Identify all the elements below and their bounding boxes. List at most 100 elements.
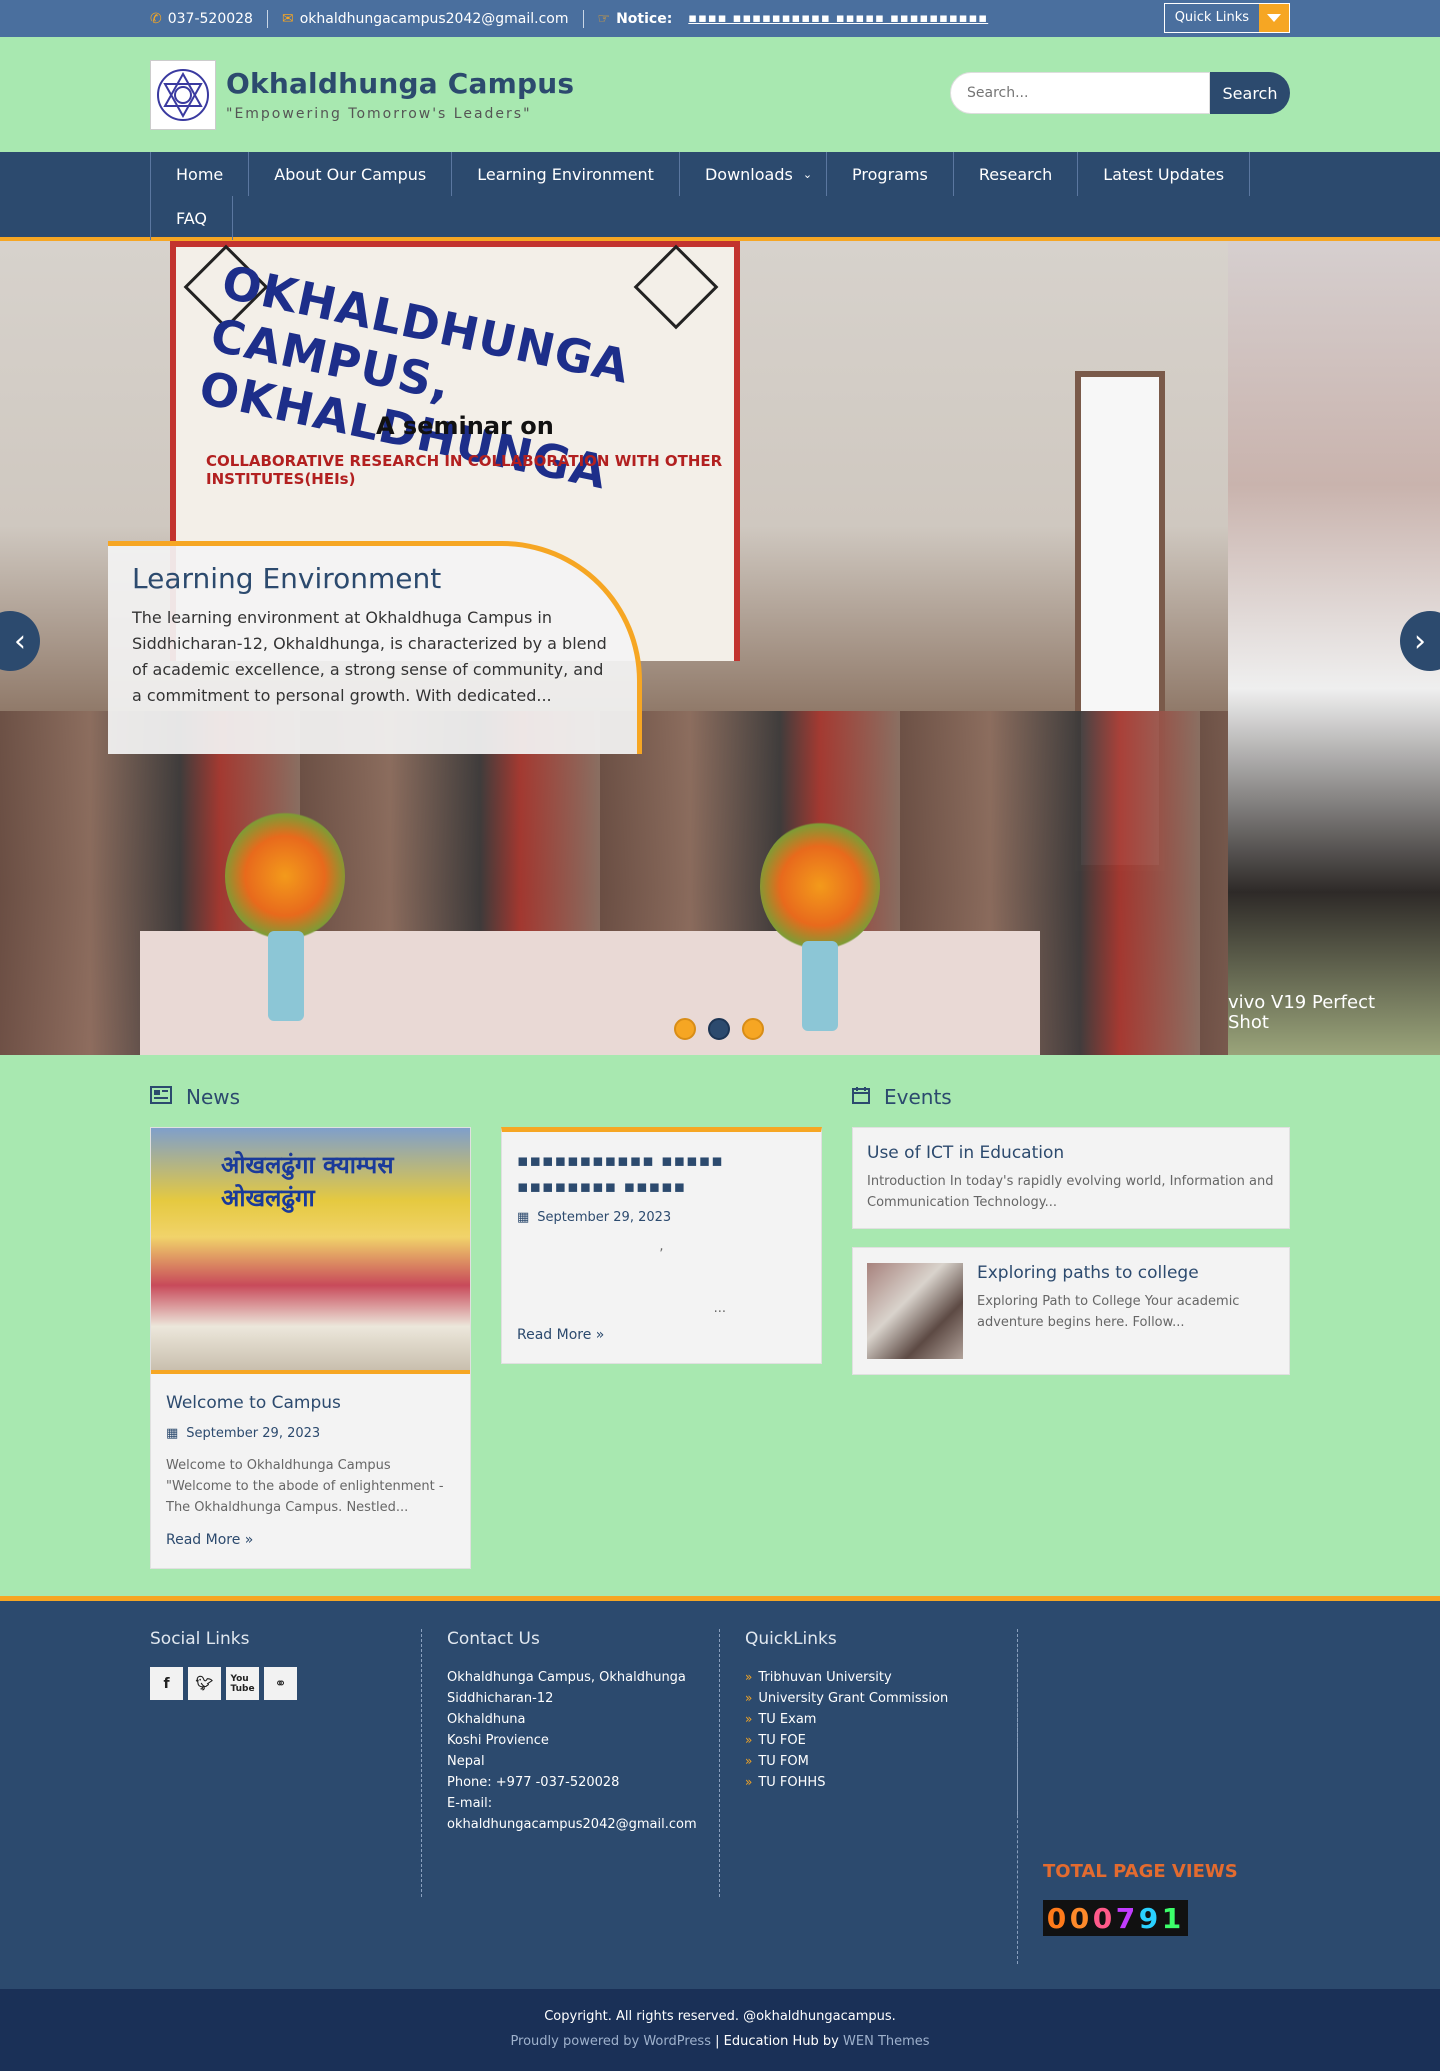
credit-by: by [822, 2034, 839, 2049]
contact-email[interactable]: okhaldhungacampus2042@gmail.com [447, 1814, 697, 1835]
read-more-link[interactable]: Read More » [517, 1327, 806, 1343]
phone-number: 037-520028 [167, 10, 253, 27]
news-section: News ओखलढुंगा क्याम्पस ओखलढुंगा Welcome … [150, 1085, 822, 1569]
news-card: ▪▪▪▪▪▪▪▪▪▪▪ ▪▪▪▪▪ ▪▪▪▪▪▪▪▪ ▪▪▪▪▪ ▦ Septe… [501, 1127, 822, 1364]
footer-contact: Contact Us Okhaldhunga Campus, Okhaldhun… [422, 1629, 720, 1897]
dropdown-arrow-icon [1259, 4, 1289, 32]
news-heading: News [150, 1085, 822, 1109]
site-footer: Social Links f 🐦︎ You Tube ⚭ Contact Us O… [0, 1596, 1440, 1989]
quicklink-item[interactable]: » TU FOM [745, 1751, 992, 1772]
site-branding: Okhaldhunga Campus "Empowering Tomorrow'… [226, 67, 574, 122]
date-text: September 29, 2023 [537, 1210, 672, 1225]
star-icon [633, 244, 719, 330]
nav-item-about[interactable]: About Our Campus [248, 152, 451, 196]
news-card-title[interactable]: ▪▪▪▪▪▪▪▪▪▪▪ ▪▪▪▪▪ ▪▪▪▪▪▪▪▪ ▪▪▪▪▪ [517, 1148, 806, 1200]
quicklink-item[interactable]: » University Grant Commission [745, 1688, 992, 1709]
camera-watermark: vivo V19 Perfect Shot [1228, 992, 1376, 1033]
quicklink-label: TU FOHHS [758, 1775, 826, 1790]
chevron-right-icon: » [745, 1754, 753, 1768]
divider [266, 9, 268, 28]
envelope-icon: ✉ [281, 10, 294, 27]
site-header: Okhaldhunga Campus "Empowering Tomorrow'… [0, 37, 1440, 152]
facebook-icon[interactable]: f [150, 1667, 183, 1700]
nav-item-research[interactable]: Research [952, 152, 1077, 196]
caption-title[interactable]: Learning Environment [132, 562, 613, 595]
social-links: f 🐦︎ You Tube ⚭ [150, 1667, 396, 1700]
copyright-text: Copyright. All rights reserved. @okhaldh… [544, 2009, 896, 2024]
footer-social-title: Social Links [150, 1629, 250, 1649]
footer-page-views: TOTAL PAGE VIEWS 0 0 0 7 9 1 [1017, 1629, 1289, 1964]
search-input[interactable] [950, 72, 1210, 114]
chevron-right-icon: › [1414, 623, 1426, 659]
credit-separator: | [715, 2034, 720, 2049]
nav-item-faq[interactable]: FAQ [150, 196, 233, 240]
contact-line: Nepal [447, 1754, 485, 1769]
credits: Proudly powered by WordPress | Education… [0, 2034, 1440, 2049]
nav-item-downloads[interactable]: Downloads ⌄ [678, 152, 826, 196]
campus-logo[interactable] [150, 59, 216, 130]
nav-item-programs[interactable]: Programs [826, 152, 953, 196]
theme-author-link[interactable]: WEN Themes [843, 2034, 930, 2049]
divider [582, 9, 584, 28]
counter-digit: 9 [1138, 1901, 1159, 1935]
site-title[interactable]: Okhaldhunga Campus [226, 67, 574, 100]
quick-links-button[interactable]: Quick Links [1163, 3, 1290, 33]
nav-menu: Home About Our Campus Learning Environme… [150, 152, 1290, 240]
link-icon[interactable]: ⚭ [264, 1667, 297, 1700]
email-address: okhaldhungacampus2042@gmail.com [299, 10, 569, 27]
quicklink-item[interactable]: » Tribhuvan University [745, 1667, 992, 1688]
quicklink-item[interactable]: » TU FOE [745, 1730, 992, 1751]
calendar-icon: ▦ [517, 1210, 530, 1225]
slider-dot-3[interactable] [742, 1018, 764, 1040]
search-form: Search [950, 72, 1290, 114]
footer-quicklinks: QuickLinks » Tribhuvan University » Univer… [720, 1629, 1018, 1815]
quicklink-label: TU FOE [758, 1733, 806, 1748]
banner-topic: COLLABORATIVE RESEARCH IN COLLABORATION … [206, 452, 723, 488]
site-tagline: "Empowering Tomorrow's Leaders" [226, 106, 532, 122]
logo-emblem-icon [157, 68, 209, 121]
quicklink-label: University Grant Commission [758, 1691, 949, 1706]
news-card-title[interactable]: Welcome to Campus [166, 1390, 455, 1416]
phone-info: ✆ 037-520028 [150, 11, 267, 27]
main-navigation: Home About Our Campus Learning Environme… [0, 152, 1440, 241]
news-title: News [186, 1085, 241, 1109]
theme-name: Education Hub [723, 2034, 819, 2049]
event-title[interactable]: Use of ICT in Education [867, 1143, 1275, 1163]
footer-social: Social Links f 🐦︎ You Tube ⚭ [150, 1629, 422, 1897]
search-button[interactable]: Search [1210, 72, 1290, 114]
twitter-icon[interactable]: 🐦︎ [188, 1667, 221, 1700]
slider-dot-1[interactable] [674, 1018, 696, 1040]
quicklink-label: TU FOM [758, 1754, 809, 1769]
contact-line: Okhaldhuna [447, 1712, 526, 1727]
quicklink-item[interactable]: » TU FOHHS [745, 1772, 992, 1793]
quicklink-item[interactable]: » TU Exam [745, 1709, 992, 1730]
chevron-left-icon: ‹ [14, 623, 26, 659]
excerpt-fragment: , [659, 1239, 664, 1254]
copyright-bar: Copyright. All rights reserved. @okhaldh… [0, 1989, 1440, 2071]
banner-subtitle: A seminar on [376, 412, 554, 440]
counter-digit: 7 [1115, 1901, 1136, 1935]
page-views-title: TOTAL PAGE VIEWS [1043, 1861, 1238, 1882]
notice-link[interactable]: ▪▪▪▪ ▪▪▪▪▪▪▪▪▪▪ ▪▪▪▪▪ ▪▪▪▪▪▪▪▪▪▪ [688, 11, 988, 26]
nav-item-learning-environment[interactable]: Learning Environment [451, 152, 679, 196]
event-excerpt: Exploring Path to College Your academic … [977, 1294, 1240, 1330]
slider-dot-2[interactable] [708, 1018, 730, 1040]
read-more-link[interactable]: Read More » [166, 1532, 455, 1548]
main-content: News ओखलढुंगा क्याम्पस ओखलढुंगा Welcome … [0, 1055, 1440, 1596]
contact-line: E-mail: [447, 1796, 493, 1811]
contact-line: Koshi Provience [447, 1733, 549, 1748]
chevron-right-icon: » [745, 1670, 753, 1684]
youtube-icon[interactable]: You Tube [226, 1667, 259, 1700]
news-card-image[interactable]: ओखलढुंगा क्याम्पस ओखलढुंगा [151, 1128, 470, 1374]
notice-info: ☞ Notice: ▪▪▪▪ ▪▪▪▪▪▪▪▪▪▪ ▪▪▪▪▪ ▪▪▪▪▪▪▪▪… [598, 11, 1003, 27]
event-thumbnail[interactable] [867, 1263, 963, 1359]
powered-by-link[interactable]: Proudly powered by WordPress [510, 2034, 711, 2049]
event-title[interactable]: Exploring paths to college [977, 1263, 1275, 1283]
nav-item-latest-updates[interactable]: Latest Updates [1077, 152, 1251, 196]
chevron-right-icon: » [745, 1733, 753, 1747]
chevron-right-icon: » [745, 1712, 753, 1726]
email-info: ✉ okhaldhungacampus2042@gmail.com [282, 11, 583, 27]
counter-digit: 0 [1046, 1901, 1067, 1935]
page-view-counter: 0 0 0 7 9 1 [1043, 1900, 1188, 1936]
nav-item-home[interactable]: Home [150, 152, 248, 196]
